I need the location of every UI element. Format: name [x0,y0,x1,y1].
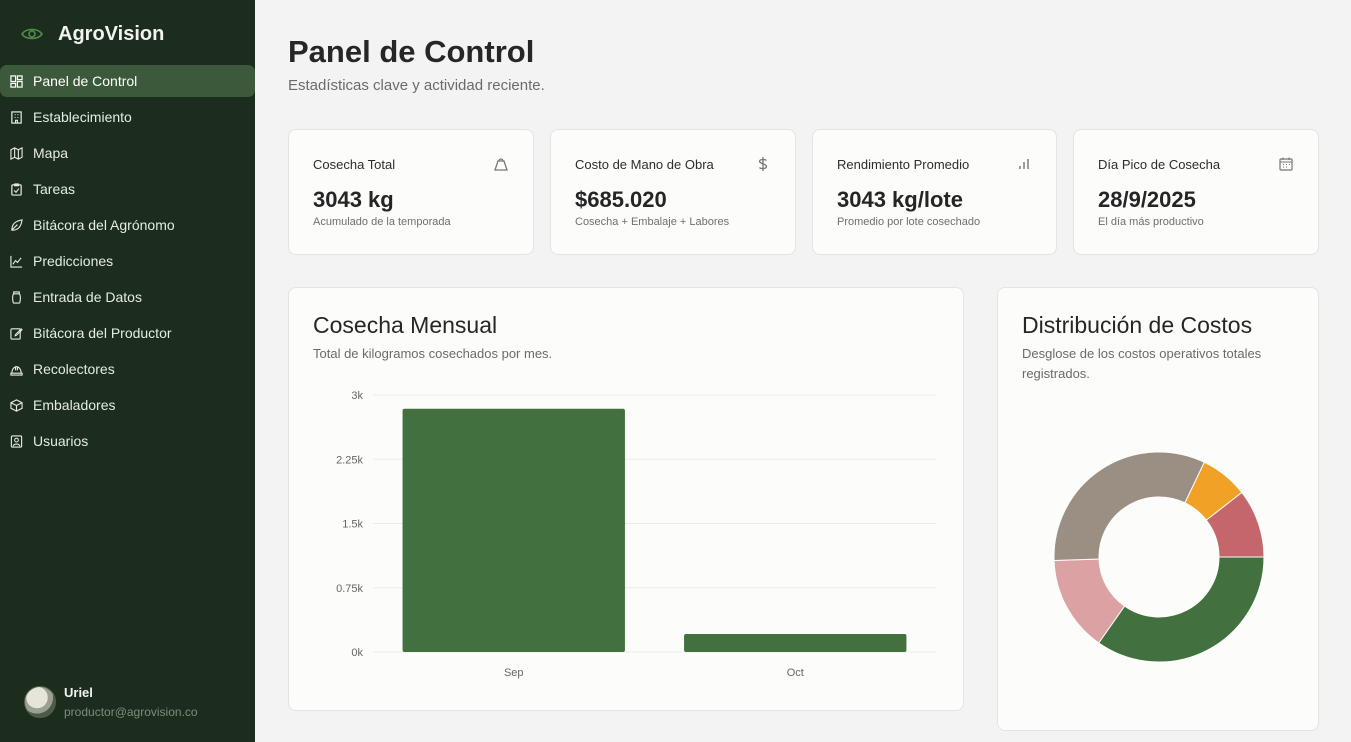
sidebar-item-embaladores[interactable]: Embaladores [0,389,255,421]
edit-icon [10,327,23,340]
user-square-icon [10,434,23,448]
cost-distribution-chart [1053,451,1265,663]
dashboard-icon [10,74,23,88]
stat-label: Cosecha Total [313,157,396,172]
clipboard-icon [10,182,23,196]
sidebar-item-label: Recolectores [33,361,115,377]
sidebar-item-label: Usuarios [33,433,89,449]
sidebar-item-label: Panel de Control [33,73,138,89]
page-subtitle: Estadísticas clave y actividad reciente. [288,77,545,94]
building-icon [10,110,23,124]
x-tick-label: Sep [504,667,524,679]
sidebar-item-label: Bitácora del Productor [33,325,172,341]
stat-label: Día Pico de Cosecha [1098,157,1221,172]
monthly-harvest-card: Cosecha Mensual Total de kilogramos cose… [288,287,964,711]
stat-card-costo-mano-obra: Costo de Mano de Obra $685.020 Cosecha +… [550,129,796,255]
sidebar-item-establecimiento[interactable]: Establecimiento [0,101,255,133]
hard-hat-icon [10,363,23,376]
sidebar-item-entrada-datos[interactable]: Entrada de Datos [0,281,255,313]
stat-note: Acumulado de la temporada [313,216,451,228]
calendar-icon [1278,156,1294,172]
main-content: Panel de Control Estadísticas clave y ac… [255,0,1351,742]
sidebar-item-bitacora-agronomo[interactable]: Bitácora del Agrónomo [0,209,255,241]
sidebar-item-tareas[interactable]: Tareas [0,173,255,205]
stat-note: El día más productivo [1098,216,1204,228]
stat-value: $685.020 [575,187,667,212]
donut-slice[interactable] [1053,451,1206,561]
sidebar-item-label: Entrada de Datos [33,289,142,305]
stat-label: Rendimiento Promedio [837,157,970,172]
sidebar-item-label: Embaladores [33,397,116,413]
package-icon [10,398,23,412]
sidebar: AgroVision Panel de Control Establecimie… [0,0,255,742]
stat-value: 3043 kg [313,187,394,212]
weight-icon [493,156,509,172]
bar-chart-icon [1016,156,1032,172]
y-tick-label: 0k [351,647,363,659]
sidebar-item-label: Establecimiento [33,109,132,125]
sidebar-item-predicciones[interactable]: Predicciones [0,245,255,277]
stat-note: Promedio por lote cosechado [837,216,981,228]
leaf-icon [10,218,23,232]
sidebar-nav: Panel de Control Establecimiento Mapa Ta… [0,65,255,461]
stat-note: Cosecha + Embalaje + Labores [575,216,730,228]
stat-value: 3043 kg/lote [837,187,963,212]
avatar [24,686,56,718]
brand[interactable]: AgroVision [20,20,164,48]
sidebar-item-recolectores[interactable]: Recolectores [0,353,255,385]
stat-card-cosecha-total: Cosecha Total 3043 kg Acumulado de la te… [288,129,534,255]
y-tick-label: 3k [351,390,363,402]
sidebar-item-usuarios[interactable]: Usuarios [0,425,255,457]
x-tick-label: Oct [787,667,804,679]
y-tick-label: 2.25k [336,454,363,466]
bar-oct[interactable] [684,634,907,652]
monthly-harvest-chart: 0k 0.75k 1.5k 2.25k 3k Sep Oct [336,390,936,679]
stat-value: 28/9/2025 [1098,187,1196,212]
sidebar-item-label: Bitácora del Agrónomo [33,217,175,233]
user-email: productor@agrovision.co [64,705,198,719]
stat-card-rendimiento-promedio: Rendimiento Promedio 3043 kg/lote Promed… [812,129,1057,255]
app-name: AgroVision [58,22,165,45]
sidebar-item-bitacora-productor[interactable]: Bitácora del Productor [0,317,255,349]
user-profile[interactable]: Uriel productor@agrovision.co [24,685,198,719]
cost-distribution-card: Distribución de Costos Desglose de los c… [997,287,1319,731]
stat-card-dia-pico: Día Pico de Cosecha 28/9/2025 El día más… [1073,129,1319,255]
line-chart-icon [10,255,23,268]
eye-icon [20,26,44,42]
sidebar-item-label: Predicciones [33,253,114,269]
sidebar-item-label: Mapa [33,145,69,161]
user-name: Uriel [64,685,93,700]
dollar-icon [755,156,771,172]
donut-slice[interactable] [1097,556,1265,663]
bar-sep[interactable] [402,408,625,652]
sidebar-item-label: Tareas [33,181,76,197]
page-title: Panel de Control [288,34,535,69]
sidebar-item-panel-de-control[interactable]: Panel de Control [0,65,255,97]
sidebar-item-mapa[interactable]: Mapa [0,137,255,169]
y-tick-label: 1.5k [342,519,363,531]
y-tick-label: 0.75k [336,583,363,595]
jar-icon [10,290,23,304]
map-icon [10,146,23,160]
stat-label: Costo de Mano de Obra [575,157,714,172]
